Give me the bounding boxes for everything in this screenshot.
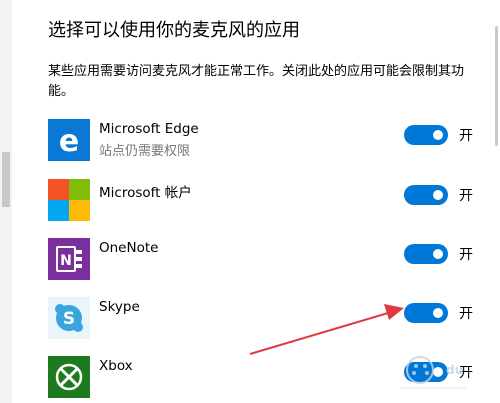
svg-text:du: du xyxy=(446,363,463,377)
microsoft-account-icon xyxy=(48,179,90,221)
toggle-knob xyxy=(433,308,443,318)
app-subtitle: 站点仍需要权限 xyxy=(99,144,191,159)
page-title: 选择可以使用你的麦克风的应用 xyxy=(48,20,300,41)
svg-text:S: S xyxy=(63,309,75,329)
skype-icon: S xyxy=(48,297,90,339)
left-scrollbar[interactable] xyxy=(0,0,12,403)
microphone-toggle-onenote[interactable] xyxy=(404,244,448,264)
toggle-knob xyxy=(433,130,443,140)
right-scrollbar[interactable] xyxy=(492,0,500,403)
app-row-skype: S Skype 开 xyxy=(48,297,488,341)
edge-icon: e xyxy=(48,119,90,161)
toggle-state-label: 开 xyxy=(459,247,473,263)
watermark-logo: du xyxy=(400,356,466,389)
app-name: Skype xyxy=(99,299,140,315)
microphone-toggle-microsoft-account[interactable] xyxy=(404,185,448,205)
xbox-icon xyxy=(48,356,90,398)
left-scrollbar-thumb[interactable] xyxy=(2,152,10,207)
app-row-onenote: N OneNote 开 xyxy=(48,238,488,282)
toggle-state-label: 开 xyxy=(459,188,473,204)
microphone-toggle-skype[interactable] xyxy=(404,303,448,323)
toggle-state-label: 开 xyxy=(459,128,473,144)
svg-text:e: e xyxy=(59,124,79,159)
page-description: 某些应用需要访问麦克风才能正常工作。关闭此处的应用可能会限制其功能。 xyxy=(48,64,465,99)
app-name: Microsoft Edge xyxy=(99,121,199,137)
microphone-toggle-microsoft-edge[interactable] xyxy=(404,125,448,145)
toggle-knob xyxy=(433,249,443,259)
toggle-knob xyxy=(433,190,443,200)
app-name: Xbox xyxy=(99,358,133,374)
app-row-microsoft-account: Microsoft 帐户 开 xyxy=(48,179,488,223)
right-scrollbar-thumb[interactable] xyxy=(495,26,498,146)
app-row-microsoft-edge: e Microsoft Edge 站点仍需要权限 开 xyxy=(48,119,488,163)
app-name: Microsoft 帐户 xyxy=(99,185,192,201)
app-name: OneNote xyxy=(99,240,159,256)
onenote-icon: N xyxy=(48,238,90,280)
svg-text:N: N xyxy=(60,253,72,269)
toggle-state-label: 开 xyxy=(459,306,473,322)
